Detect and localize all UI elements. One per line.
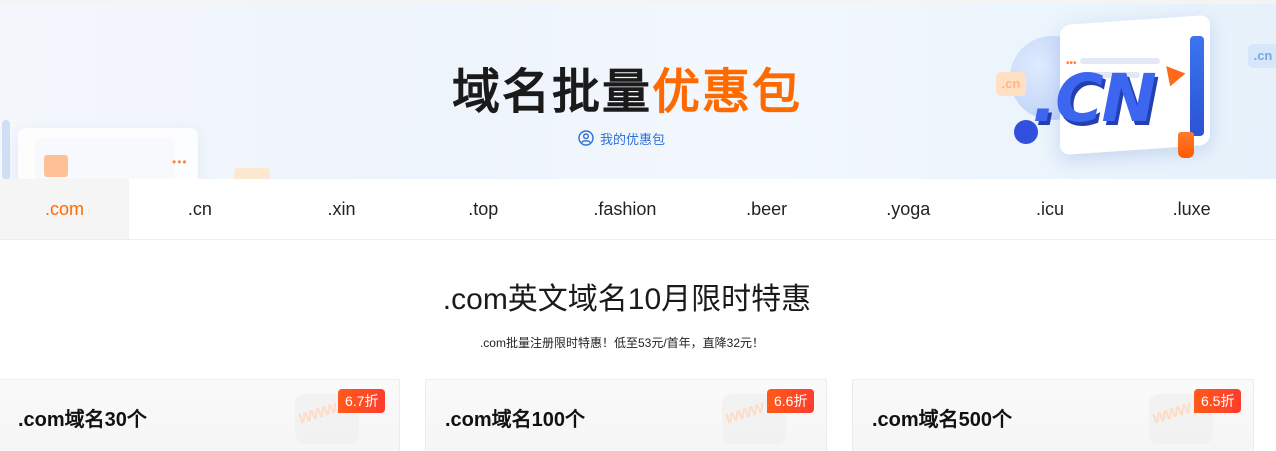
deco-square xyxy=(44,155,68,177)
tab-luxe[interactable]: .luxe xyxy=(1121,179,1263,239)
deco-bar xyxy=(2,120,10,179)
tab-fashion[interactable]: .fashion xyxy=(554,179,696,239)
tab-top[interactable]: .top xyxy=(412,179,554,239)
cn-tag-left: .cn xyxy=(996,72,1026,96)
package-card-30[interactable]: .com域名30个 www 6.7折 xyxy=(0,379,400,451)
card-title: .com域名500个 xyxy=(872,409,1013,431)
tab-cn[interactable]: .cn xyxy=(129,179,271,239)
tab-yoga[interactable]: .yoga xyxy=(837,179,979,239)
discount-badge: 6.5折 xyxy=(1194,389,1242,413)
deco-tag xyxy=(234,168,270,179)
discount-badge: 6.7折 xyxy=(338,389,386,413)
cn-tag-right: .cn xyxy=(1248,44,1276,68)
hero-title-dark: 域名批量 xyxy=(451,64,652,120)
tab-com[interactable]: .com xyxy=(0,179,129,239)
discount-badge: 6.6折 xyxy=(767,389,815,413)
right-illustration: ••• .CN .cn .cn xyxy=(980,0,1276,179)
traffic-cone-icon xyxy=(1178,132,1194,158)
tld-tab-bar: .com .cn .xin .top .fashion .beer .yoga … xyxy=(0,179,1276,240)
package-card-100[interactable]: .com域名100个 www 6.6折 xyxy=(425,379,827,451)
card-title: .com域名30个 xyxy=(18,409,147,431)
deco-dots: ••• xyxy=(172,155,188,169)
tab-icu[interactable]: .icu xyxy=(979,179,1121,239)
tab-xin[interactable]: .xin xyxy=(271,179,413,239)
hero-banner: ••• 域名批量优惠包 我的优惠包 ••• .CN .cn .cn xyxy=(0,0,1276,179)
hero-title-orange: 优惠包 xyxy=(652,64,803,120)
tab-beer[interactable]: .beer xyxy=(696,179,838,239)
package-card-500[interactable]: .com域名500个 www 6.5折 xyxy=(852,379,1254,451)
card-title: .com域名100个 xyxy=(445,409,586,431)
section-title: .com英文域名10月限时特惠 xyxy=(442,283,812,316)
section-subtitle: .com批量注册限时特惠！低至53元/首年，直降32元！ xyxy=(479,336,765,350)
deco-wall xyxy=(1190,36,1204,136)
my-coupon-link[interactable]: 我的优惠包 xyxy=(578,128,665,148)
user-circle-icon xyxy=(578,130,594,146)
my-coupon-label: 我的优惠包 xyxy=(600,131,666,147)
cn-logo-art: .CN xyxy=(1032,60,1157,137)
